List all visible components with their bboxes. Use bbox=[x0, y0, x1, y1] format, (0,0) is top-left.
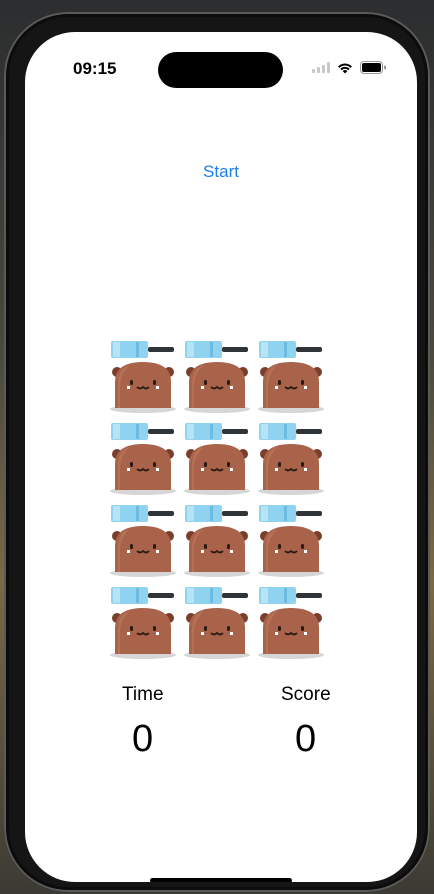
score-label: Score bbox=[281, 684, 331, 705]
home-indicator bbox=[150, 878, 292, 882]
dynamic-island bbox=[158, 52, 283, 88]
mole-icon bbox=[184, 362, 250, 413]
mole-icon bbox=[184, 526, 250, 577]
hammer-icon bbox=[259, 587, 322, 604]
mole-icon bbox=[110, 608, 176, 659]
mole-icon bbox=[258, 362, 324, 413]
mole-cell[interactable] bbox=[182, 338, 252, 416]
mole-cell[interactable] bbox=[182, 502, 252, 580]
signal-icon bbox=[312, 62, 330, 73]
mole-cell[interactable] bbox=[256, 420, 326, 498]
phone-frame: 09:15 Start Time Score 0 0 bbox=[4, 12, 430, 892]
mole-cell[interactable] bbox=[256, 502, 326, 580]
hammer-icon bbox=[259, 423, 322, 440]
mole-icon bbox=[258, 608, 324, 659]
mole-cell[interactable] bbox=[108, 338, 178, 416]
hammer-icon bbox=[259, 505, 322, 522]
app-screen: 09:15 Start Time Score 0 0 bbox=[25, 32, 417, 882]
hammer-icon bbox=[111, 341, 174, 358]
mole-icon bbox=[110, 444, 176, 495]
mole-icon bbox=[258, 526, 324, 577]
time-label: Time bbox=[122, 684, 164, 705]
mole-icon bbox=[184, 608, 250, 659]
mole-icon bbox=[110, 526, 176, 577]
mole-icon bbox=[110, 362, 176, 413]
hammer-icon bbox=[111, 505, 174, 522]
hammer-icon bbox=[259, 341, 322, 358]
hammer-icon bbox=[185, 423, 248, 440]
mole-cell[interactable] bbox=[182, 420, 252, 498]
status-icons bbox=[312, 61, 387, 74]
status-time: 09:15 bbox=[73, 59, 117, 78]
hammer-icon bbox=[185, 587, 248, 604]
mole-cell[interactable] bbox=[256, 584, 326, 662]
hammer-icon bbox=[111, 587, 174, 604]
hammer-icon bbox=[185, 505, 248, 522]
mole-icon bbox=[184, 444, 250, 495]
start-button[interactable]: Start bbox=[25, 162, 417, 182]
mole-cell[interactable] bbox=[108, 502, 178, 580]
score-value: 0 bbox=[295, 718, 317, 760]
mole-grid bbox=[108, 338, 330, 664]
mole-cell[interactable] bbox=[108, 420, 178, 498]
wifi-icon bbox=[338, 63, 352, 73]
mole-cell[interactable] bbox=[108, 584, 178, 662]
mole-cell[interactable] bbox=[256, 338, 326, 416]
mole-icon bbox=[258, 444, 324, 495]
battery-icon bbox=[360, 61, 386, 74]
hammer-icon bbox=[185, 341, 248, 358]
time-value: 0 bbox=[132, 718, 154, 760]
hammer-icon bbox=[111, 423, 174, 440]
mole-cell[interactable] bbox=[182, 584, 252, 662]
